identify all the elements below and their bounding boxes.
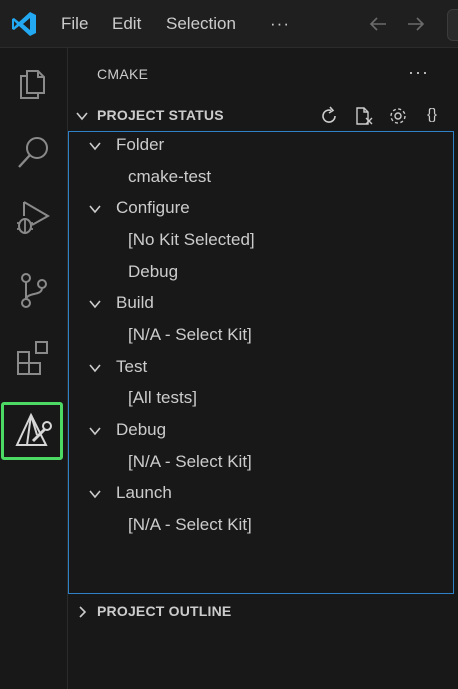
chevron-down-icon[interactable] xyxy=(87,423,103,439)
chevron-down-icon[interactable] xyxy=(87,138,103,154)
arrow-right-icon[interactable] xyxy=(404,12,428,36)
project-outline-label: PROJECT OUTLINE xyxy=(97,603,232,619)
tree-group-label: Launch xyxy=(116,483,172,502)
tree-item-build-target[interactable]: [N/A - Select Kit] xyxy=(69,322,449,350)
tree-group-debug[interactable]: Debug xyxy=(69,417,449,445)
menu-file[interactable]: File xyxy=(61,13,88,35)
files-icon[interactable] xyxy=(14,62,54,102)
tree-group-label: Configure xyxy=(116,198,190,217)
chevron-right-icon[interactable] xyxy=(74,604,90,620)
arrow-left-icon[interactable] xyxy=(366,12,390,36)
project-status-header[interactable]: PROJECT STATUS {} xyxy=(68,105,458,127)
title-bar: File Edit Selection ··· xyxy=(0,0,458,48)
tree-item-label: [No Kit Selected] xyxy=(128,230,255,249)
menu-edit[interactable]: Edit xyxy=(112,13,141,35)
tree-group-launch[interactable]: Launch xyxy=(69,480,449,508)
chevron-down-icon[interactable] xyxy=(87,201,103,217)
tree-item-label: [N/A - Select Kit] xyxy=(128,325,252,344)
tree-item-launch-target[interactable]: [N/A - Select Kit] xyxy=(69,512,449,540)
chevron-down-icon[interactable] xyxy=(87,360,103,376)
vscode-window: File Edit Selection ··· CMAKE ··· PROJEC… xyxy=(0,0,458,689)
tree-group-folder[interactable]: Folder xyxy=(69,132,449,160)
tree-item-label: [N/A - Select Kit] xyxy=(128,515,252,534)
sidebar-title: CMAKE xyxy=(97,66,149,82)
tree-item-folder-name[interactable]: cmake-test xyxy=(69,164,449,192)
extensions-icon[interactable] xyxy=(14,338,54,378)
tree-group-build[interactable]: Build xyxy=(69,290,449,318)
project-outline-header[interactable]: PROJECT OUTLINE xyxy=(68,601,458,623)
tree-item-kit[interactable]: [No Kit Selected] xyxy=(69,227,449,255)
chevron-down-icon[interactable] xyxy=(87,296,103,312)
new-file-icon[interactable] xyxy=(352,105,374,127)
tree-group-label: Test xyxy=(116,357,148,376)
refresh-icon[interactable] xyxy=(318,105,340,127)
gear-icon[interactable] xyxy=(387,105,409,127)
tree-group-test[interactable]: Test xyxy=(69,354,449,382)
vscode-logo-icon[interactable] xyxy=(10,10,38,38)
tree-item-tests[interactable]: [All tests] xyxy=(69,385,449,413)
cmake-activity-highlight[interactable] xyxy=(1,402,63,460)
tree-group-label: Folder xyxy=(116,135,165,154)
tree-item-label: cmake-test xyxy=(128,167,212,186)
project-status-label: PROJECT STATUS xyxy=(97,107,224,123)
tree-group-label: Build xyxy=(116,293,154,312)
tree-item-label: Debug xyxy=(128,262,179,281)
search-icon[interactable] xyxy=(14,133,54,173)
cmake-sidebar: CMAKE ··· PROJECT STATUS {} Folder cmake… xyxy=(68,48,458,689)
tree-group-configure[interactable]: Configure xyxy=(69,195,449,223)
menu-selection[interactable]: Selection xyxy=(166,13,236,35)
tree-item-label: [All tests] xyxy=(128,388,197,407)
source-control-icon[interactable] xyxy=(14,270,54,310)
chevron-down-icon[interactable] xyxy=(87,486,103,502)
tree-item-build-type[interactable]: Debug xyxy=(69,259,449,287)
tree-item-label: [N/A - Select Kit] xyxy=(128,452,252,471)
debug-icon[interactable] xyxy=(14,196,54,236)
project-status-tree: Folder cmake-test Configure [No Kit Sele… xyxy=(68,131,454,594)
tree-group-label: Debug xyxy=(116,420,167,439)
json-braces-icon[interactable]: {} xyxy=(421,106,443,128)
chevron-down-icon[interactable] xyxy=(74,108,90,124)
activity-bar xyxy=(0,48,68,689)
menu-more[interactable]: ··· xyxy=(270,13,290,35)
sidebar-more-actions[interactable]: ··· xyxy=(408,62,429,83)
command-center[interactable] xyxy=(447,9,458,41)
cmake-icon[interactable] xyxy=(13,411,53,451)
tree-item-debug-target[interactable]: [N/A - Select Kit] xyxy=(69,449,449,477)
